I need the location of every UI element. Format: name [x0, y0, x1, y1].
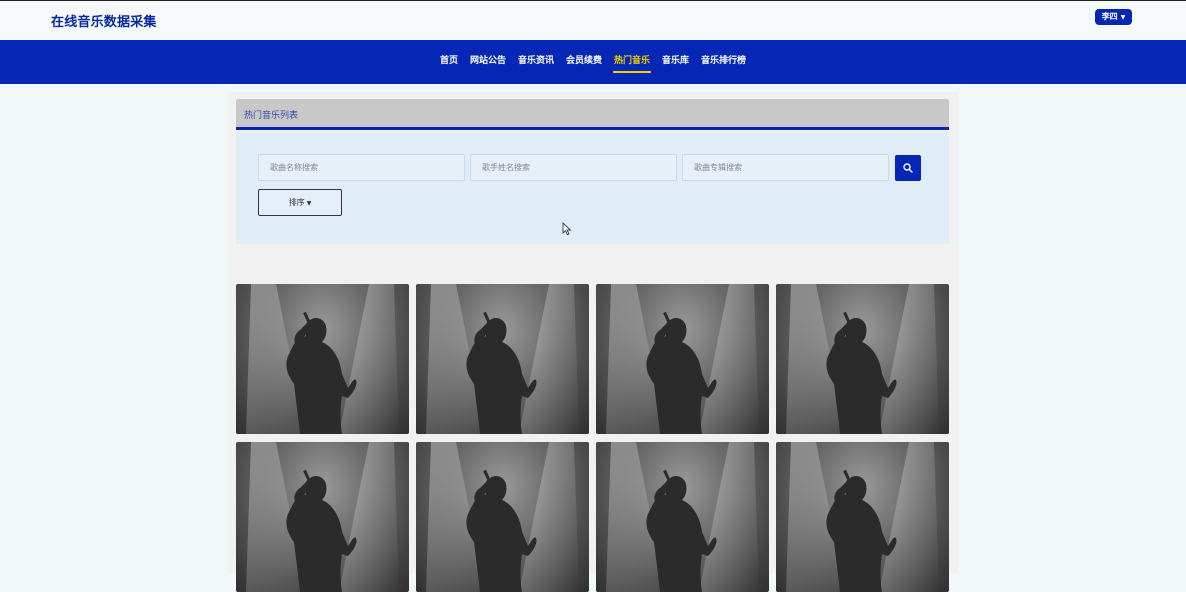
- panel-header: 热门音乐列表: [236, 99, 949, 130]
- user-name: 李四: [1101, 12, 1118, 21]
- sort-label: 排序: [288, 198, 305, 207]
- singer-silhouette-image: [426, 284, 579, 434]
- search-area: [236, 132, 949, 244]
- user-menu-button[interactable]: 李四 ▼: [1095, 9, 1132, 25]
- nav-item[interactable]: 会员续费: [560, 40, 608, 84]
- sort-dropdown-button[interactable]: 排序 ▼: [258, 189, 342, 216]
- music-card[interactable]: [416, 284, 589, 434]
- nav-item[interactable]: 音乐资讯: [512, 40, 560, 84]
- mouse-pointer-icon: [562, 222, 572, 236]
- singer-silhouette-image: [786, 442, 939, 592]
- nav-item[interactable]: 音乐库: [656, 40, 695, 84]
- main-navbar: 首页 网站公告 音乐资讯 会员续费 热门音乐 音乐库 音乐排行榜: [0, 40, 1186, 84]
- singer-silhouette-image: [606, 442, 759, 592]
- song-name-search-input[interactable]: [258, 154, 465, 181]
- music-card[interactable]: [596, 442, 769, 592]
- nav-item[interactable]: 热门音乐: [608, 40, 656, 84]
- music-card[interactable]: [416, 442, 589, 592]
- caret-down-icon: ▼: [1120, 14, 1126, 21]
- singer-silhouette-image: [426, 442, 579, 592]
- nav-item[interactable]: 网站公告: [464, 40, 512, 84]
- singer-name-search-input[interactable]: [470, 154, 677, 181]
- singer-silhouette-image: [246, 442, 399, 592]
- search-icon: [903, 163, 913, 173]
- nav-item[interactable]: 首页: [434, 40, 464, 84]
- music-card[interactable]: [596, 284, 769, 434]
- site-title[interactable]: 在线音乐数据采集: [51, 11, 157, 30]
- nav-items: 首页 网站公告 音乐资讯 会员续费 热门音乐 音乐库 音乐排行榜: [0, 40, 1186, 84]
- music-card[interactable]: [776, 442, 949, 592]
- singer-silhouette-image: [786, 284, 939, 434]
- album-search-input[interactable]: [682, 154, 889, 181]
- nav-item[interactable]: 音乐排行榜: [695, 40, 752, 84]
- panel-title: 热门音乐列表: [244, 111, 299, 121]
- caret-down-icon: ▼: [306, 200, 312, 207]
- search-button[interactable]: [895, 155, 921, 181]
- music-card[interactable]: [236, 442, 409, 592]
- singer-silhouette-image: [606, 284, 759, 434]
- music-card[interactable]: [776, 284, 949, 434]
- music-card[interactable]: [236, 284, 409, 434]
- singer-silhouette-image: [246, 284, 399, 434]
- top-bar: 在线音乐数据采集 李四 ▼: [0, 0, 1186, 40]
